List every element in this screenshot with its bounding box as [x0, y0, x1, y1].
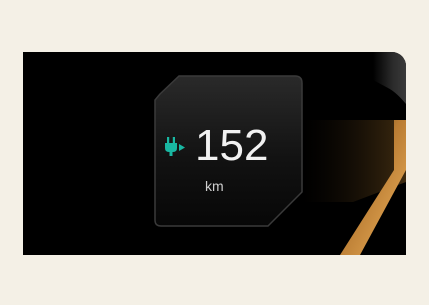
instrument-cluster-screen: 152 km [23, 52, 406, 255]
range-info-panel [154, 75, 303, 227]
upper-right-shoulder [373, 52, 406, 104]
screen-background-graphics [154, 52, 406, 255]
